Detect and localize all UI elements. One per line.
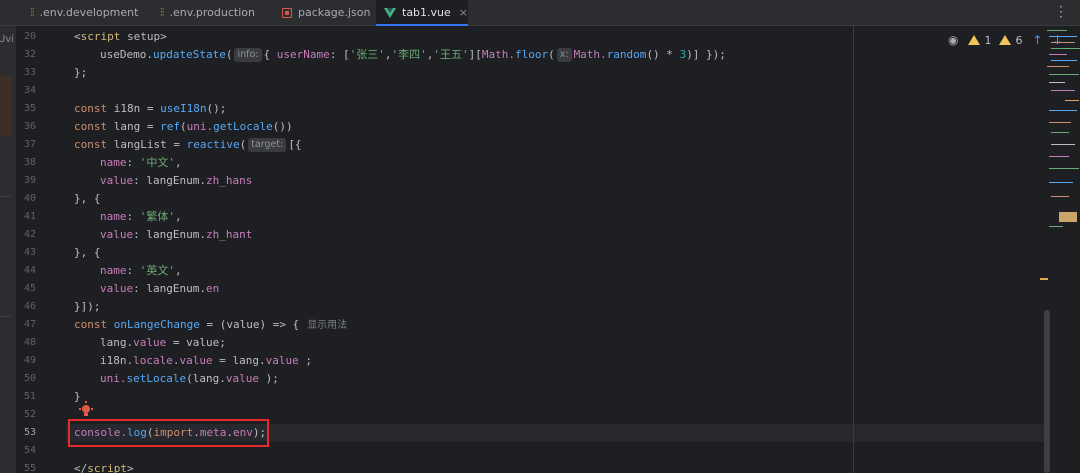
left-panel-label: Uvi [0,34,15,45]
lightbulb-icon[interactable] [79,401,93,417]
code-line-47: const onLangeChange = (value) => {显示用法 [74,318,348,331]
tab-label: tab1.vue [402,6,451,19]
env-file-icon: ⫶⫶ [160,5,164,19]
previous-highlight-icon[interactable]: ↑ [1032,33,1042,47]
line-number: 39 [23,175,36,186]
code-line-40: }, { [74,192,101,205]
code-editor[interactable]: <script setup> useDemo.updateState(info:… [66,26,1048,473]
line-number: 40 [23,193,36,204]
line-number: 20 [23,31,36,42]
line-number: 47 [23,319,36,330]
line-number: 54 [23,445,36,456]
right-margin-guide [853,26,854,473]
line-number: 37 [23,139,36,150]
code-line-39: value: langEnum.zh_hans [100,174,253,187]
more-options-icon[interactable]: ⋮ [1054,5,1068,19]
line-number: 42 [23,229,36,240]
code-line-38: name: '中文', [100,156,182,169]
tab-label: package.json [298,6,371,19]
warning-stripe-marker[interactable] [1040,278,1048,280]
line-number-current: 53 [23,427,36,438]
line-number: 34 [23,85,36,96]
usage-inlay-hint[interactable]: 显示用法 [307,320,347,331]
code-line-49: i18n.locale.value = lang.value ; [100,354,312,367]
vertical-scrollbar[interactable] [1044,310,1050,473]
annotation-highlight-box [68,419,269,447]
line-number: 43 [23,247,36,258]
line-number: 35 [23,103,36,114]
line-number: 48 [23,337,36,348]
vue-file-icon [384,7,396,18]
tab-env-development[interactable]: ⫶⫶ .env.development [30,0,138,25]
line-number: 49 [23,355,36,366]
code-minimap[interactable] [1045,26,1080,473]
line-number: 52 [23,409,36,420]
line-number: 38 [23,157,36,168]
divider [0,196,12,197]
warning-count-b: 6 [1015,33,1023,47]
line-number: 50 [23,373,36,384]
code-line-42: value: langEnum.zh_hant [100,228,253,241]
line-number: 41 [23,211,36,222]
code-line-46: }]); [74,300,101,313]
reader-mode-icon[interactable]: ◉ [948,33,958,47]
warning-count-a: 1 [984,33,992,47]
tab-label: .env.development [39,6,139,19]
line-number: 33 [23,67,36,78]
code-line-37: const langList = reactive(target:[{ [74,138,302,152]
tab-env-production[interactable]: ⫶⫶ .env.production [160,0,255,25]
param-hint-x: x: [556,48,572,62]
line-number: 32 [23,49,36,60]
line-number: 51 [23,391,36,402]
line-number: 46 [23,301,36,312]
weak-warning-icon [999,35,1012,45]
changed-lines-marker [0,76,12,136]
param-hint-info: info: [234,48,262,62]
code-line-45: value: langEnum.en [100,282,220,295]
divider [0,316,12,317]
close-tab-icon[interactable]: × [459,6,468,19]
param-hint-target: target: [248,138,287,152]
warning-icon [968,35,981,45]
code-line-33: }; [74,66,88,79]
code-line-20: <script setup> [74,30,167,43]
code-line-35: const i18n = useI18n(); [74,102,227,115]
code-line-55: </script> [74,462,134,473]
code-line-50: uni.setLocale(lang.value ); [100,372,279,385]
left-panel-strip: Uvi [0,26,16,473]
line-number-gutter[interactable]: 20 32 33 34 35 36 37 38 39 40 41 42 43 4… [16,26,66,473]
line-number: 45 [23,283,36,294]
editor-tab-bar: ⫶⫶ .env.development ⫶⫶ .env.production p… [0,0,1080,26]
json-file-icon [282,7,292,18]
tab-label: .env.production [169,6,255,19]
code-line-44: name: '英文', [100,264,182,277]
code-line-41: name: '繁体', [100,210,182,223]
code-line-43: }, { [74,246,101,259]
tab-tab1-vue[interactable]: tab1.vue × [376,0,468,26]
line-number: 55 [23,463,36,473]
line-number: 36 [23,121,36,132]
code-line-48: lang.value = value; [100,336,226,349]
tab-package-json[interactable]: package.json [282,0,370,25]
code-line-32: useDemo.updateState(info:{ userName: ['张… [100,48,726,62]
ide-window: ⫶⫶ .env.development ⫶⫶ .env.production p… [0,0,1080,473]
code-line-36: const lang = ref(uni.getLocale()) [74,120,293,133]
line-number: 44 [23,265,36,276]
env-file-icon: ⫶⫶ [30,5,34,19]
